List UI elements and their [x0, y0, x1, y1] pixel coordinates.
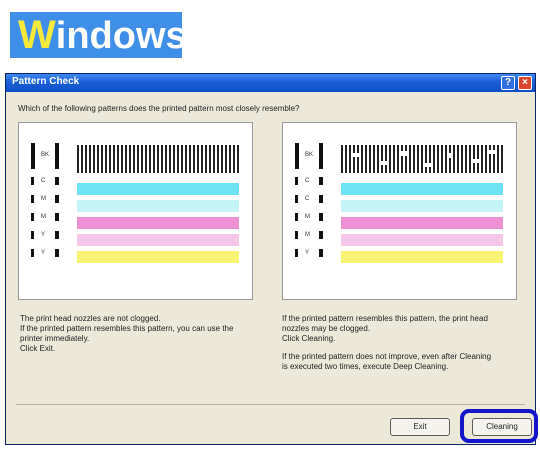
marker-block	[31, 143, 35, 169]
marker-block	[295, 143, 299, 169]
left-description-line: If the printed pattern resembles this pa…	[20, 324, 234, 333]
exit-button[interactable]: Exit	[390, 418, 450, 436]
light-magenta-bar	[341, 234, 503, 246]
stripe-gap	[401, 151, 407, 156]
pattern-label: Y	[41, 250, 46, 256]
pattern-label: C	[41, 178, 46, 184]
right-description-line: is executed two times, execute Deep Clea…	[282, 362, 449, 371]
left-description-line: Click Exit.	[20, 344, 56, 353]
banner-first-letter: W	[18, 13, 56, 57]
cyan-bar	[77, 183, 239, 195]
question-text: Which of the following patterns does the…	[18, 104, 300, 113]
stripe-gap	[471, 159, 479, 163]
title-bar: Pattern Check ? ×	[6, 74, 535, 92]
marker-block	[295, 231, 298, 239]
marker-block	[55, 231, 59, 239]
stripe-gap	[379, 161, 387, 165]
magenta-bar	[341, 217, 503, 229]
pattern-label: M	[41, 196, 46, 202]
stripe-gap	[489, 150, 495, 154]
left-description-line: The print head nozzles are not clogged.	[20, 314, 161, 323]
magenta-bar	[77, 217, 239, 229]
right-description-line: If the printed pattern resembles this pa…	[282, 314, 488, 323]
marker-block	[31, 213, 34, 221]
left-description: The print head nozzles are not clogged. …	[20, 314, 233, 354]
pattern-label: M	[305, 214, 310, 220]
marker-block	[295, 195, 298, 203]
marker-block	[295, 249, 298, 257]
windows-banner-text: Windows	[18, 14, 187, 57]
stripe-gap	[425, 163, 433, 167]
marker-block	[295, 177, 298, 185]
right-description-spacer	[282, 344, 491, 352]
pattern-label: M	[305, 232, 310, 238]
marker-block	[55, 143, 59, 169]
pattern-check-dialog: Pattern Check ? × Which of the following…	[5, 73, 538, 445]
right-description-line: Click Cleaning.	[282, 334, 336, 343]
light-cyan-bar	[77, 200, 239, 212]
stripe-gap	[447, 153, 453, 158]
pattern-panel-clogged: BK C C M M Y	[282, 122, 517, 300]
right-description-line: nozzles may be clogged.	[282, 324, 371, 333]
pattern-label: Y	[41, 232, 46, 238]
stripe-gap	[353, 153, 359, 157]
pattern-label: C	[305, 178, 310, 184]
cleaning-button[interactable]: Cleaning	[472, 418, 532, 436]
help-icon[interactable]: ?	[501, 76, 515, 90]
pattern-label: M	[41, 214, 46, 220]
black-nozzle-stripes	[77, 145, 239, 173]
divider	[16, 404, 525, 405]
left-description-line: printer immediately.	[20, 334, 90, 343]
marker-block	[31, 195, 34, 203]
pattern-label: C	[305, 196, 310, 202]
marker-block	[31, 231, 34, 239]
dialog-title: Pattern Check	[12, 76, 80, 87]
light-magenta-bar	[77, 234, 239, 246]
cyan-bar	[341, 183, 503, 195]
yellow-bar	[77, 251, 239, 263]
marker-block	[319, 249, 323, 257]
marker-block	[319, 143, 323, 169]
close-icon[interactable]: ×	[518, 76, 532, 90]
yellow-bar	[341, 251, 503, 263]
marker-block	[31, 249, 34, 257]
marker-block	[319, 213, 323, 221]
marker-block	[31, 177, 34, 185]
right-description: If the printed pattern resembles this pa…	[282, 314, 491, 372]
marker-block	[55, 249, 59, 257]
marker-block	[55, 213, 59, 221]
right-description-line: If the printed pattern does not improve,…	[282, 352, 492, 361]
light-cyan-bar	[341, 200, 503, 212]
windows-banner: Windows	[10, 12, 187, 58]
marker-block	[319, 195, 323, 203]
banner-rest: indows	[55, 15, 187, 57]
marker-block	[295, 213, 298, 221]
marker-block	[55, 195, 59, 203]
pattern-label-bk: BK	[305, 152, 314, 158]
marker-block	[55, 177, 59, 185]
pattern-panel-good: BK C M M Y Y	[18, 122, 253, 300]
pattern-label: Y	[305, 250, 310, 256]
pattern-label-bk: BK	[41, 152, 50, 158]
marker-block	[319, 177, 323, 185]
marker-block	[319, 231, 323, 239]
